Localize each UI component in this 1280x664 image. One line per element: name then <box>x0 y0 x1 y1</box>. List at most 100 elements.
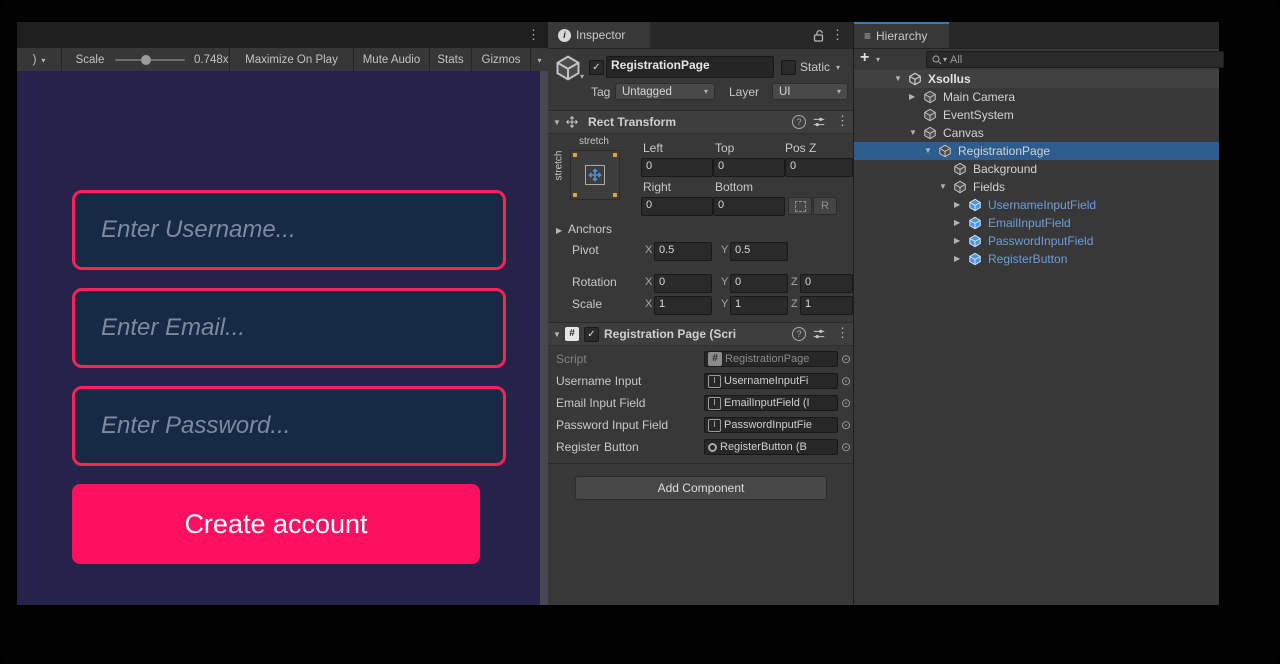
static-label: Static <box>800 60 830 74</box>
component-menu-icon[interactable]: ⋮ <box>836 114 849 127</box>
anchor-preset-widget[interactable] <box>570 150 620 200</box>
help-icon[interactable]: ? <box>792 327 806 341</box>
script-enabled-checkbox[interactable]: ✓ <box>584 327 599 342</box>
anchors-foldout-icon[interactable]: ▶ <box>556 226 562 235</box>
username-input-field[interactable]: Enter Username... <box>72 190 506 270</box>
pivot-x-input[interactable]: 0.5 <box>654 242 712 261</box>
collapse-arrow-icon[interactable]: ▼ <box>909 129 917 137</box>
create-dropdown-arrow[interactable]: ▾ <box>876 55 880 64</box>
register-button-object-field[interactable]: RegisterButton (B <box>704 439 838 455</box>
presets-icon[interactable] <box>812 327 826 341</box>
object-picker-icon[interactable]: ⊙ <box>841 441 851 453</box>
presets-icon[interactable] <box>812 115 826 129</box>
chevron-down-icon: ▾ <box>837 87 841 96</box>
foldout-arrow-icon[interactable]: ▼ <box>553 330 561 339</box>
top-input[interactable]: 0 <box>713 158 785 177</box>
rotation-y-input[interactable]: 0 <box>730 274 788 293</box>
expand-arrow-icon[interactable]: ▶ <box>954 201 960 209</box>
help-icon[interactable]: ? <box>792 115 806 129</box>
add-component-button[interactable]: Add Component <box>575 476 827 500</box>
hierarchy-item-canvas[interactable]: ▼ Canvas <box>854 124 1219 142</box>
expand-arrow-icon[interactable]: ▶ <box>954 237 960 245</box>
hierarchy-item-eventsystem[interactable]: EventSystem <box>854 106 1219 124</box>
object-picker-icon[interactable]: ⊙ <box>841 419 851 431</box>
registration-page-script-header[interactable]: ▼ # ✓ Registration Page (Scri ? ⋮ <box>548 322 853 346</box>
rotation-z-input[interactable]: 0 <box>800 274 853 293</box>
hierarchy-item-main-camera[interactable]: ▶ Main Camera <box>854 88 1219 106</box>
scale-slider-track[interactable] <box>115 59 185 61</box>
email-input-object-field[interactable]: I EmailInputField (I <box>704 395 838 411</box>
hierarchy-item-registerbutton[interactable]: ▶ RegisterButton <box>854 250 1219 268</box>
gameobject-icon-dropdown[interactable]: ▾ <box>580 72 584 81</box>
right-input[interactable]: 0 <box>641 197 713 216</box>
inspector-menu-icon[interactable]: ⋮ <box>831 28 844 41</box>
expand-arrow-icon[interactable]: ▶ <box>954 255 960 263</box>
mute-audio-button[interactable]: Mute Audio <box>354 48 429 72</box>
blueprint-mode-button[interactable] <box>788 197 812 215</box>
hierarchy-item-registrationpage[interactable]: ▼ RegistrationPage <box>854 142 1219 160</box>
hierarchy-item-passwordinputfield[interactable]: ▶ PasswordInputField <box>854 232 1219 250</box>
hierarchy-item-usernameinputfield[interactable]: ▶ UsernameInputField <box>854 196 1219 214</box>
collapse-arrow-icon[interactable]: ▼ <box>924 147 932 155</box>
posz-input[interactable]: 0 <box>785 158 853 177</box>
email-input-field[interactable]: Enter Email... <box>72 288 506 368</box>
email-placeholder: Enter Email... <box>101 314 245 342</box>
game-viewport: Enter Username... Enter Email... Enter P… <box>17 71 540 605</box>
game-view-scrollbar[interactable] <box>540 71 548 605</box>
scale-y-input[interactable]: 1 <box>730 296 788 315</box>
hierarchy-item-background[interactable]: Background <box>854 160 1219 178</box>
display-dropdown[interactable]: ) ▾ <box>17 48 61 72</box>
scale-slider-knob[interactable] <box>141 55 151 65</box>
foldout-arrow-icon[interactable]: ▼ <box>553 118 561 127</box>
password-input-field[interactable]: Enter Password... <box>72 386 506 466</box>
scale-slider[interactable] <box>113 48 187 72</box>
script-object-field[interactable]: # RegistrationPage <box>704 351 838 367</box>
left-input[interactable]: 0 <box>641 158 713 177</box>
layer-dropdown[interactable]: UI ▾ <box>772 83 848 100</box>
game-panel-menu-icon[interactable]: ⋮ <box>527 28 540 41</box>
tag-dropdown[interactable]: Untagged ▾ <box>615 83 715 100</box>
search-filter-arrow[interactable]: ▾ <box>943 55 947 64</box>
rotation-x-input[interactable]: 0 <box>654 274 712 293</box>
gameobject-cube-icon[interactable] <box>554 54 582 82</box>
pivot-y-input[interactable]: 0.5 <box>730 242 788 261</box>
active-checkbox[interactable]: ✓ <box>589 60 604 75</box>
object-picker-icon[interactable]: ⊙ <box>841 353 851 365</box>
tab-inspector[interactable]: i Inspector <box>548 22 650 48</box>
rect-transform-header[interactable]: ▼ Rect Transform ? ⋮ <box>548 110 853 134</box>
gameobject-cube-icon <box>923 90 937 104</box>
static-checkbox[interactable] <box>781 60 796 75</box>
hierarchy-search-input[interactable]: ▾ All <box>926 51 1224 68</box>
raw-edit-mode-button[interactable]: R <box>813 197 837 215</box>
anchor-dot <box>613 153 617 157</box>
unlock-icon[interactable] <box>813 29 825 43</box>
maximize-on-play-button[interactable]: Maximize On Play <box>230 48 353 72</box>
object-picker-icon[interactable]: ⊙ <box>841 375 851 387</box>
scale-z-input[interactable]: 1 <box>800 296 853 315</box>
expand-arrow-icon[interactable]: ▶ <box>909 93 915 101</box>
collapse-arrow-icon[interactable]: ▼ <box>939 183 947 191</box>
anchors-label[interactable]: Anchors <box>568 222 612 236</box>
chevron-down-icon: ▾ <box>537 56 541 65</box>
anchor-dot <box>573 153 577 157</box>
stats-button[interactable]: Stats <box>430 48 471 72</box>
password-input-object-field[interactable]: I PasswordInputFie <box>704 417 838 433</box>
hierarchy-item-fields[interactable]: ▼ Fields <box>854 178 1219 196</box>
expand-arrow-icon[interactable]: ▶ <box>954 219 960 227</box>
component-menu-icon[interactable]: ⋮ <box>836 326 849 339</box>
hierarchy-item-emailinputfield[interactable]: ▶ EmailInputField <box>854 214 1219 232</box>
username-input-object-field[interactable]: I UsernameInputFi <box>704 373 838 389</box>
hierarchy-item-scene[interactable]: ▼ Xsollus <box>854 70 1219 88</box>
bottom-input[interactable]: 0 <box>713 197 785 216</box>
tab-hierarchy[interactable]: ≡ Hierarchy <box>854 22 949 48</box>
gizmos-button[interactable]: Gizmos <box>472 48 530 72</box>
gizmos-dropdown-arrow[interactable]: ▾ <box>531 48 548 72</box>
static-dropdown-arrow[interactable]: ▾ <box>836 63 840 72</box>
create-object-button[interactable]: + <box>860 48 869 68</box>
gameobject-name-input[interactable]: RegistrationPage <box>606 56 774 78</box>
stretch-cross-icon <box>587 167 603 183</box>
create-account-button[interactable]: Create account <box>72 484 480 564</box>
object-picker-icon[interactable]: ⊙ <box>841 397 851 409</box>
collapse-arrow-icon[interactable]: ▼ <box>894 75 902 83</box>
scale-x-input[interactable]: 1 <box>654 296 712 315</box>
